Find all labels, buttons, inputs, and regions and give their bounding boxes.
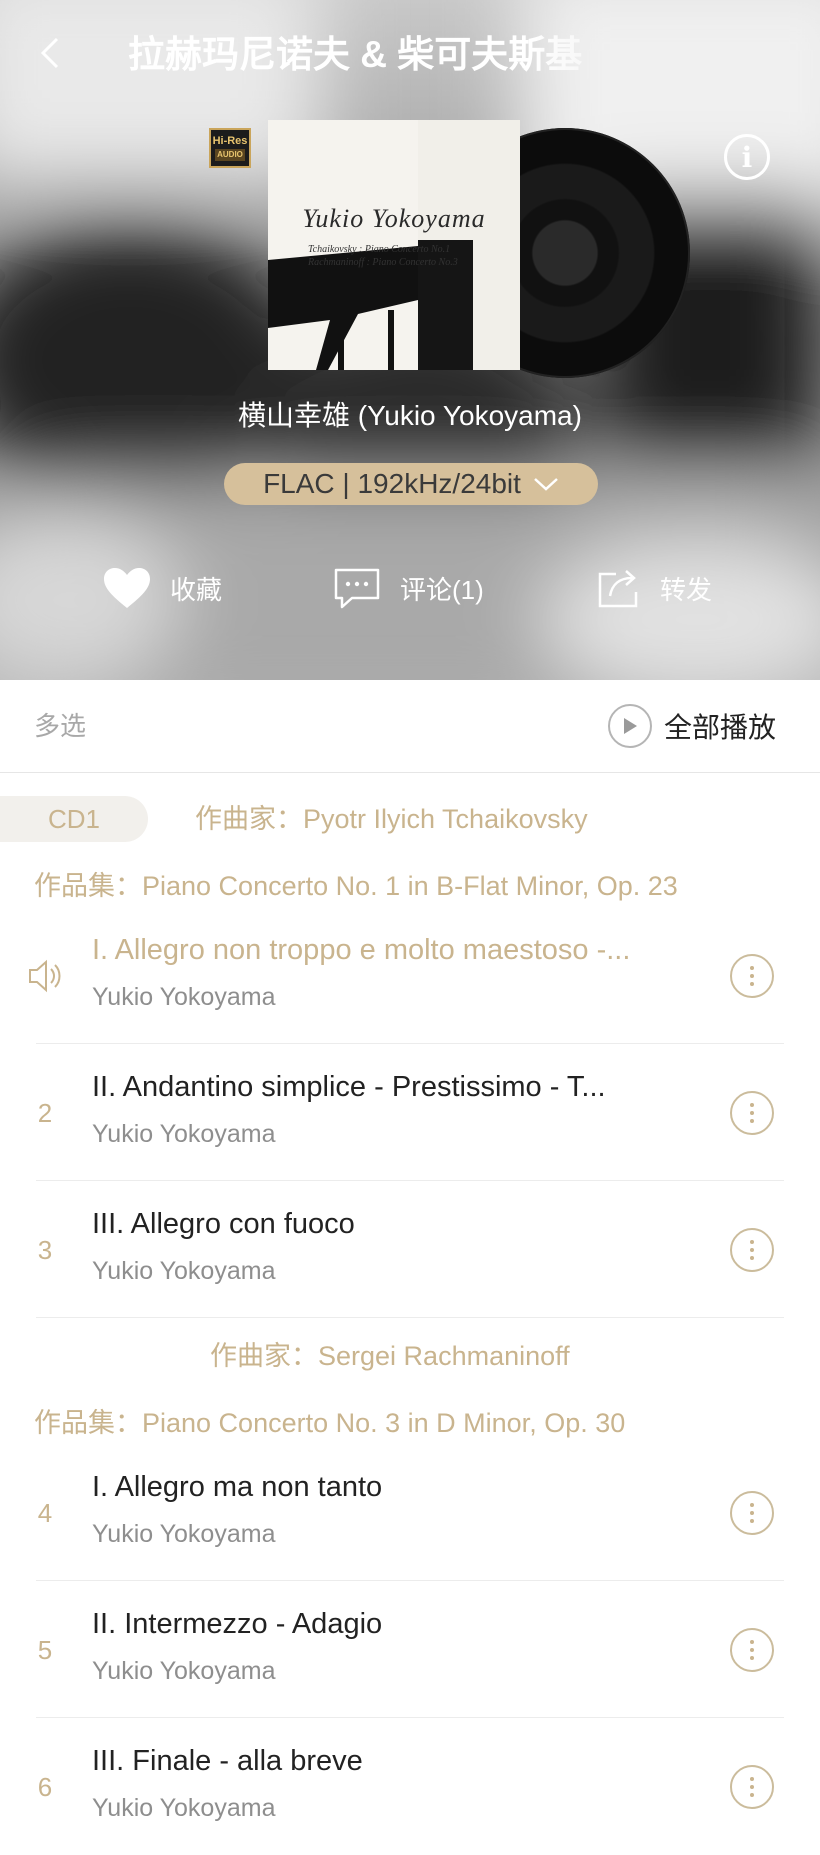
row-divider <box>36 1317 784 1318</box>
favorite-label: 收藏 <box>170 574 223 605</box>
comment-button[interactable]: 评论(1) <box>332 560 484 616</box>
top-bar: 拉赫玛尼诺夫 & 柴可夫斯基 <box>0 0 820 110</box>
play-all-button[interactable]: 全部播放 <box>608 702 776 750</box>
track-number: 5 <box>37 1635 53 1665</box>
track-title: I. Allegro ma non tanto <box>92 1471 383 1503</box>
comment-label: 评论(1) <box>400 574 484 605</box>
cover-artist-text: Yukio Yokoyama <box>302 204 486 233</box>
track-number: 6 <box>37 1772 53 1802</box>
heart-icon <box>104 568 150 608</box>
track-number: 3 <box>37 1235 53 1265</box>
speaker-playing-icon <box>29 959 61 993</box>
row-divider <box>36 1180 784 1181</box>
audio-format-label: FLAC | 192kHz/24bit <box>263 468 521 499</box>
audio-format-selector[interactable]: FLAC | 192kHz/24bit <box>224 463 598 505</box>
back-button[interactable] <box>30 28 70 78</box>
cd-label: CD1 <box>0 796 148 842</box>
track-title: II. Intermezzo - Adagio <box>92 1608 383 1640</box>
more-options-button[interactable] <box>730 1628 774 1672</box>
track-row[interactable]: 5 II. Intermezzo - Adagio Yukio Yokoyama <box>0 1582 820 1718</box>
album-header: 拉赫玛尼诺夫 & 柴可夫斯基 i Yukio Yokoyama Tchaikov… <box>0 0 820 680</box>
row-divider <box>36 1043 784 1044</box>
cover-work-line-2: Rachmaninoff : Piano Concerto No.3 <box>308 257 458 268</box>
page-title: 拉赫玛尼诺夫 & 柴可夫斯基 <box>128 34 583 75</box>
chevron-down-icon <box>534 478 558 491</box>
row-divider <box>36 1717 784 1718</box>
hi-res-badge-bottom: AUDIO <box>215 149 245 161</box>
track-artist: Yukio Yokoyama <box>92 983 276 1011</box>
share-icon <box>598 570 638 608</box>
track-artist: Yukio Yokoyama <box>92 1657 276 1685</box>
multi-select-button[interactable]: 多选 <box>34 706 86 746</box>
album-cover[interactable]: Yukio Yokoyama Tchaikovsky : Piano Conce… <box>268 120 520 370</box>
action-bar: 收藏 评论(1) 转发 <box>0 560 820 616</box>
track-artist: Yukio Yokoyama <box>92 1794 276 1822</box>
track-title: III. Allegro con fuoco <box>92 1208 355 1240</box>
more-options-button[interactable] <box>730 1491 774 1535</box>
info-button[interactable]: i <box>724 134 770 180</box>
track-title: II. Andantino simplice - Prestissimo - T… <box>92 1071 606 1103</box>
track-row[interactable]: I. Allegro non troppo e molto maestoso -… <box>0 908 820 1044</box>
track-row[interactable]: 3 III. Allegro con fuoco Yukio Yokoyama <box>0 1182 820 1318</box>
track-title: I. Allegro non troppo e molto maestoso -… <box>92 934 631 966</box>
composer-heading: 作曲家：Sergei Rachmaninoff <box>210 1341 570 1371</box>
work-heading: 作品集：Piano Concerto No. 3 in D Minor, Op.… <box>34 1408 626 1438</box>
composer-heading: 作曲家：Pyotr Ilyich Tchaikovsky <box>195 804 588 834</box>
track-row[interactable]: 4 I. Allegro ma non tanto Yukio Yokoyama <box>0 1445 820 1581</box>
track-artist: Yukio Yokoyama <box>92 1520 276 1548</box>
hi-res-audio-badge: Hi-Res AUDIO <box>209 128 251 168</box>
track-artist: Yukio Yokoyama <box>92 1257 276 1285</box>
track-artist: Yukio Yokoyama <box>92 1120 276 1148</box>
hi-res-badge-top: Hi-Res <box>212 135 248 147</box>
favorite-button[interactable]: 收藏 <box>102 560 222 616</box>
more-options-button[interactable] <box>730 954 774 998</box>
info-icon: i <box>741 140 753 174</box>
share-label: 转发 <box>660 574 713 605</box>
share-button[interactable]: 转发 <box>596 560 712 616</box>
more-options-button[interactable] <box>730 1228 774 1272</box>
more-options-button[interactable] <box>730 1091 774 1135</box>
track-number: 4 <box>37 1498 53 1528</box>
track-row[interactable]: 6 III. Finale - alla breve Yukio Yokoyam… <box>0 1719 820 1855</box>
artist-name[interactable]: 横山幸雄 (Yukio Yokoyama) <box>0 396 820 436</box>
cover-work-line-1: Tchaikovsky : Piano Concerto No.1 <box>308 244 451 255</box>
work-heading: 作品集：Piano Concerto No. 1 in B-Flat Minor… <box>34 871 678 901</box>
track-title: III. Finale - alla breve <box>92 1745 363 1777</box>
track-number: 2 <box>37 1098 53 1128</box>
comment-icon <box>334 568 380 609</box>
list-toolbar: 多选 全部播放 <box>0 680 820 773</box>
more-options-button[interactable] <box>730 1765 774 1809</box>
row-divider <box>36 1580 784 1581</box>
play-all-label: 全部播放 <box>664 712 777 743</box>
chevron-left-icon <box>40 37 59 69</box>
play-circle-icon <box>608 704 652 748</box>
track-row[interactable]: 2 II. Andantino simplice - Prestissimo -… <box>0 1045 820 1181</box>
